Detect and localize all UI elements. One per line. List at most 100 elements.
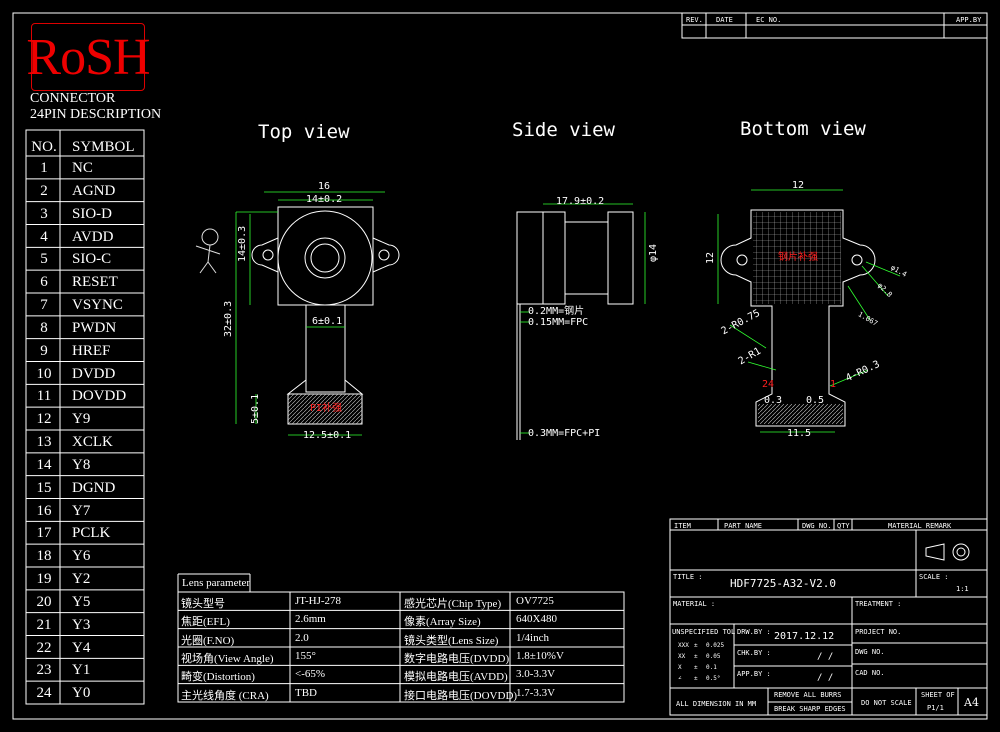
bottom-dim-pitch-left: 0.3 — [764, 395, 783, 406]
side-dim-layer2: 0.15MM=FPC — [528, 317, 589, 328]
approve-date: / / — [817, 673, 834, 683]
pin-number: 21 — [36, 616, 52, 633]
pin-symbol: Y6 — [72, 548, 91, 565]
rev-header-appby: APP.BY — [956, 16, 982, 24]
tolerance-cell: XXX — [678, 642, 689, 649]
top-dim-total-length: 32±0.3 — [223, 300, 234, 337]
cad-label: CAD NO. — [855, 669, 885, 677]
pin-row: 7 VSYNC — [27, 297, 144, 314]
pin-row: 2 AGND — [27, 183, 144, 200]
tolerance-label: UNSPECIFIED TOL — [672, 628, 736, 636]
pin-symbol: Y4 — [72, 639, 91, 656]
pin-table-header: NO. SYMBOL — [27, 139, 144, 156]
title-value: HDF7725-A32-V2.0 — [730, 577, 836, 590]
break-edges: BREAK SHARP EDGES — [774, 705, 846, 713]
side-dim-layer1: 0.2MM=钢片 — [528, 306, 585, 317]
pin-symbol: PWDN — [72, 319, 117, 336]
bom-header-item: ITEM — [674, 522, 691, 530]
pin-symbol: RESET — [72, 274, 118, 291]
pin-number: 3 — [40, 205, 48, 222]
rev-header-date: DATE — [716, 16, 733, 24]
pin-header-symbol: SYMBOL — [72, 139, 135, 155]
pin-symbol: VSYNC — [72, 297, 123, 313]
pin-row: 16 Y7 — [27, 503, 144, 520]
tolerance-cell: ± — [694, 664, 698, 671]
pin-number: 10 — [36, 365, 52, 382]
dwg-label: DWG NO. — [855, 648, 885, 656]
tolerance-cell: 0.5° — [706, 675, 721, 682]
pin-symbol: DVDD — [72, 365, 116, 382]
pin-symbol: AGND — [72, 182, 116, 199]
lens-param-value: 3.0-3.3V — [516, 668, 556, 681]
sheet-label: SHEET OF — [921, 691, 955, 699]
top-view-title: Top view — [258, 121, 350, 143]
bottom-pin24-label: 24 — [762, 379, 775, 390]
pin-symbol: HREF — [72, 342, 111, 359]
bom-header-dwg: DWG NO. — [802, 522, 832, 530]
approve-label: APP.BY : — [737, 670, 771, 678]
bottom-dim-width: 12 — [792, 180, 805, 191]
tolerance-cell: 0.05 — [706, 653, 721, 660]
top-pi-label: PI补强 — [310, 403, 343, 414]
top-dim-fpc-width: 6±0.1 — [312, 316, 343, 327]
lens-param-label: 数字电路电压(DVDD) — [404, 653, 510, 665]
lens-param-label: 视场角(View Angle) — [181, 653, 274, 665]
lens-param-value: OV7725 — [516, 595, 554, 607]
pin-header-no: NO. — [31, 139, 57, 155]
pin-number: 9 — [40, 342, 48, 359]
title-label: TITLE : — [673, 573, 703, 581]
bottom-dim-pitch: 0.5 — [806, 395, 825, 406]
drawn-date: 2017.12.12 — [774, 631, 835, 642]
top-dim-stiffener-height: 5±0.1 — [250, 393, 261, 424]
lens-param-value: 1.8±10%V — [516, 650, 564, 662]
tolerance-cell: ± — [694, 642, 698, 649]
pin-row: 3 SIO-D — [27, 206, 144, 223]
pin-row: 19 Y2 — [27, 571, 144, 588]
pin-number: 20 — [36, 593, 52, 610]
lens-param-label: 接口电路电压(DOVDD) — [404, 689, 518, 702]
pin-row: 4 AVDD — [27, 229, 144, 246]
pin-row: 14 Y8 — [27, 457, 144, 474]
pin-number: 8 — [40, 319, 48, 336]
drawing-canvas: RoSH CONNECTOR 24PIN DESCRIPTION NO. SYM… — [0, 0, 1000, 732]
pin-number: 11 — [36, 388, 52, 405]
dimension-note: ALL DIMENSION IN MM — [676, 700, 757, 708]
pin-number: 16 — [36, 502, 52, 519]
lens-param-label: 镜头型号 — [181, 598, 225, 610]
pin-symbol: Y9 — [72, 411, 91, 428]
pin-row: 9 HREF — [27, 343, 144, 360]
lens-param-value: 2.0 — [295, 631, 309, 644]
pin-number: 17 — [36, 525, 52, 542]
projection-symbol — [925, 543, 970, 561]
pin-symbol: SIO-C — [72, 251, 112, 268]
treatment-label: TREATMENT : — [855, 600, 902, 608]
pin-row: 20 Y5 — [27, 594, 144, 611]
tolerance-cell: XX — [678, 653, 686, 660]
pin-row: 13 XCLK — [27, 434, 144, 451]
lens-table-title: Lens parameter — [182, 577, 251, 589]
pin-number: 4 — [40, 228, 48, 245]
side-dim-length: 17.9±0.2 — [556, 196, 605, 207]
pin-symbol: Y5 — [72, 593, 91, 610]
sheet-value: P1/1 — [927, 704, 944, 712]
pin-symbol: Y2 — [72, 571, 91, 587]
side-dim-layer3: 0.3MM=FPC+PI — [528, 428, 601, 439]
do-not-scale: DO NOT SCALE — [861, 699, 912, 707]
remove-burrs: REMOVE ALL BURRS — [774, 691, 842, 699]
pin-symbol: DOVDD — [72, 388, 127, 405]
check-label: CHK.BY : — [737, 649, 771, 657]
lens-param-value: 1/4inch — [516, 631, 549, 644]
pin-row: 15 DGND — [27, 480, 144, 497]
material-label: MATERIAL : — [673, 600, 716, 608]
bom-header-qty: QTY — [837, 522, 850, 530]
tolerance-cell: 0.025 — [706, 642, 725, 649]
pin-row: 6 RESET — [27, 274, 144, 291]
lens-param-label: 畸变(Distortion) — [181, 671, 255, 684]
tolerance-cell: 0.1 — [706, 664, 717, 671]
lens-param-value: <-65% — [295, 668, 326, 681]
top-dim-width: 16 — [318, 181, 331, 192]
bom-header-material: MATERIAL REMARK — [888, 522, 952, 530]
bottom-steel-label: 钢片补强 — [778, 252, 818, 263]
lens-param-label: 主光线角度 (CRA) — [181, 689, 269, 702]
bottom-view-contacts — [758, 404, 843, 424]
